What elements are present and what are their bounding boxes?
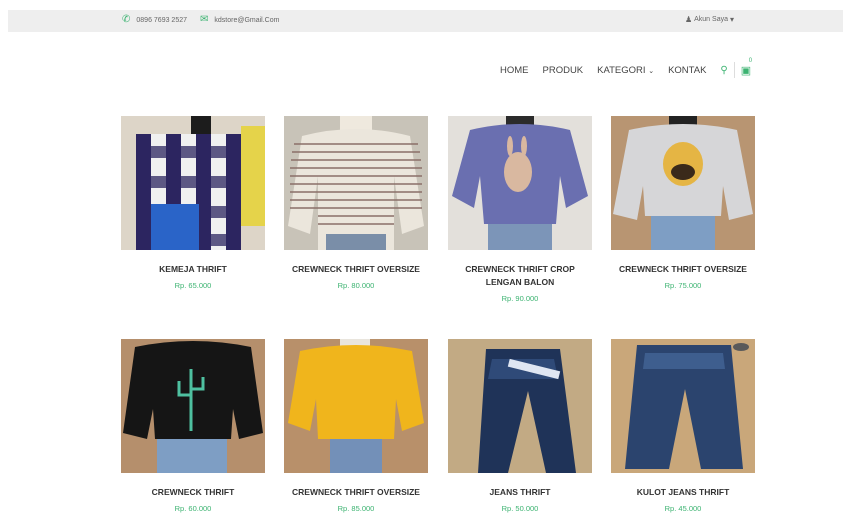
nav-kategori[interactable]: KATEGORI ⌄ [597, 65, 654, 76]
nav-produk[interactable]: PRODUK [543, 65, 584, 76]
phone-contact[interactable]: ✆ 0896 7693 2527 [122, 15, 187, 25]
nav-kategori-label: KATEGORI [597, 64, 646, 76]
product-card[interactable]: JEANS THRIFT Rp. 50.000 [448, 339, 592, 513]
product-card[interactable]: CREWNECK THRIFT OVERSIZE Rp. 80.000 [284, 116, 428, 290]
product-name[interactable]: KEMEJA THRIFT [121, 263, 265, 276]
product-card[interactable]: CREWNECK THRIFT Rp. 60.000 [121, 339, 265, 513]
product-card[interactable]: CREWNECK THRIFT CROP LENGAN BALON Rp. 90… [448, 116, 592, 303]
chevron-down-icon: ⌄ [648, 67, 655, 75]
account-menu[interactable]: ♟ Akun Saya ▾ [685, 15, 736, 24]
product-price: Rp. 80.000 [337, 281, 375, 290]
mail-icon: ✉ [200, 14, 209, 25]
product-card[interactable]: CREWNECK THRIFT OVERSIZE Rp. 85.000 [284, 339, 428, 513]
main-nav: HOME PRODUK KATEGORI ⌄ KONTAK ⚲ ▣ 0 [500, 58, 752, 78]
product-image[interactable] [121, 116, 265, 250]
product-price: Rp. 85.000 [337, 504, 375, 513]
product-name[interactable]: KULOT JEANS THRIFT [611, 486, 755, 499]
product-image[interactable] [121, 339, 265, 473]
account-label: Akun Saya [694, 16, 728, 23]
search-icon[interactable]: ⚲ [720, 65, 727, 76]
product-name[interactable]: JEANS THRIFT [448, 486, 592, 499]
product-image[interactable] [448, 116, 592, 250]
nav-kontak[interactable]: KONTAK [668, 65, 706, 76]
nav-home[interactable]: HOME [500, 65, 529, 76]
product-card[interactable]: CREWNECK THRIFT OVERSIZE Rp. 75.000 [611, 116, 755, 290]
user-icon: ♟ [684, 15, 693, 24]
shopping-bag-icon: ▣ [740, 64, 752, 77]
product-card[interactable]: KULOT JEANS THRIFT Rp. 45.000 [611, 339, 755, 513]
product-image[interactable] [611, 116, 755, 250]
cart-button[interactable]: ▣ 0 [740, 58, 752, 77]
product-card[interactable]: KEMEJA THRIFT Rp. 65.000 [121, 116, 265, 290]
product-price: Rp. 90.000 [501, 294, 539, 303]
product-price: Rp. 50.000 [501, 504, 539, 513]
product-price: Rp. 60.000 [174, 504, 212, 513]
product-name[interactable]: CREWNECK THRIFT CROP LENGAN BALON [448, 263, 592, 289]
email-address: kdstore@Gmail.Com [214, 16, 280, 24]
phone-number: 0896 7693 2527 [136, 16, 187, 24]
product-name[interactable]: CREWNECK THRIFT [121, 486, 265, 499]
product-image[interactable] [448, 339, 592, 473]
product-image[interactable] [284, 339, 428, 473]
product-name[interactable]: CREWNECK THRIFT OVERSIZE [284, 263, 428, 276]
product-price: Rp. 65.000 [174, 281, 212, 290]
product-price: Rp. 45.000 [664, 504, 702, 513]
cart-count: 0 [748, 57, 753, 64]
product-image[interactable] [284, 116, 428, 250]
caret-down-icon: ▾ [729, 15, 734, 24]
product-name[interactable]: CREWNECK THRIFT OVERSIZE [284, 486, 428, 499]
nav-divider [733, 62, 735, 78]
top-contact-bar: ✆ 0896 7693 2527 ✉ kdstore@Gmail.Com ♟ A… [8, 10, 843, 32]
product-name[interactable]: CREWNECK THRIFT OVERSIZE [611, 263, 755, 276]
product-image[interactable] [611, 339, 755, 473]
phone-icon: ✆ [122, 14, 131, 25]
email-contact[interactable]: ✉ kdstore@Gmail.Com [200, 15, 279, 25]
product-price: Rp. 75.000 [664, 281, 702, 290]
